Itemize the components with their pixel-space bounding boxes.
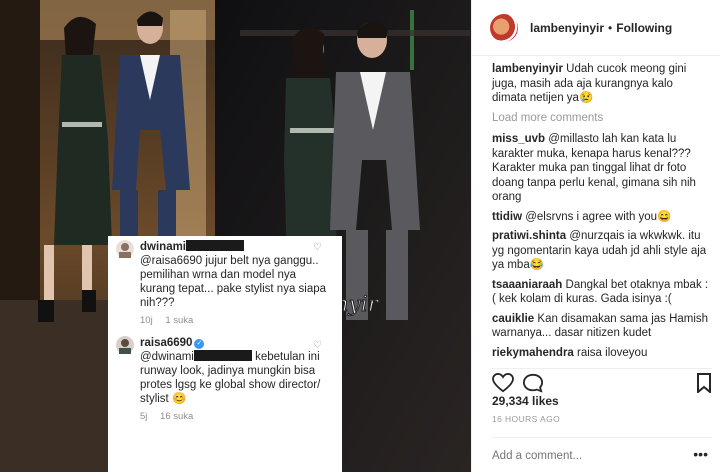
comment-text: raisa iloveyou bbox=[577, 346, 648, 359]
bookmark-icon[interactable] bbox=[696, 373, 712, 399]
avatar bbox=[116, 336, 134, 356]
embedded-comment-screenshot: dwinami @raisa6690 jujur belt nya ganggu… bbox=[108, 236, 342, 472]
comment-mention: @dwinami bbox=[140, 351, 194, 363]
comment-username[interactable]: miss_uvb bbox=[492, 133, 545, 145]
list-item: miss_uvb @millasto lah kan kata lu karak… bbox=[492, 132, 710, 205]
post-side-panel: lambenyinyir • Following lambenyinyir Ud… bbox=[471, 0, 720, 472]
list-item: ttidiw @elsrvns i agree with you😄 bbox=[492, 210, 710, 225]
comments-list: lambenyinyir Udah cucok meong gini juga,… bbox=[472, 56, 720, 360]
following-button[interactable]: Following bbox=[616, 21, 672, 35]
comment-username[interactable]: tsaaaniaraah bbox=[492, 279, 562, 291]
likes-count[interactable]: 29,334 likes bbox=[492, 394, 559, 408]
caption-username[interactable]: lambenyinyir bbox=[492, 63, 563, 75]
comment-username[interactable]: pratiwi.shinta bbox=[492, 230, 566, 242]
redaction-bar bbox=[193, 350, 252, 361]
comment-username[interactable]: ttidiw bbox=[492, 211, 522, 223]
embedded-comment-2: raisa6690 ✓ @dwinami kebetulan ini runway… bbox=[116, 336, 334, 424]
add-comment-input[interactable] bbox=[492, 450, 682, 462]
load-more-comments-button[interactable]: Load more comments bbox=[492, 111, 710, 126]
comment-text: @raisa6690 jujur belt nya ganggu.. pemil… bbox=[140, 255, 327, 309]
more-icon[interactable]: ••• bbox=[693, 446, 708, 462]
comment-username[interactable]: riekymahendra bbox=[492, 347, 574, 359]
heart-icon: ♡ bbox=[313, 242, 322, 253]
header-username[interactable]: lambenyinyir bbox=[530, 21, 604, 35]
list-item: pratiwi.shinta @nurzqais ia wkwkwk. itu … bbox=[492, 229, 710, 273]
heart-icon: ♡ bbox=[313, 340, 322, 351]
list-item: tsaaaniaraah Dangkal bet otaknya mbak :(… bbox=[492, 278, 710, 307]
comment-username[interactable]: cauiklie bbox=[492, 313, 534, 325]
comment-text: @elsrvns i agree with you😄 bbox=[525, 210, 672, 223]
avatar bbox=[116, 240, 134, 260]
post-actions bbox=[492, 368, 712, 395]
list-item: cauiklie Kan disamakan sama jas Hamish w… bbox=[492, 312, 710, 341]
embedded-comment-1: dwinami @raisa6690 jujur belt nya ganggu… bbox=[116, 240, 334, 328]
add-comment-bar: ••• bbox=[492, 437, 712, 467]
header-separator: • bbox=[608, 20, 613, 35]
post-header: lambenyinyir • Following bbox=[472, 0, 720, 56]
comment-time: 10j bbox=[140, 315, 153, 326]
comment-time: 5j bbox=[140, 411, 148, 422]
redaction-bar bbox=[186, 240, 245, 251]
post-timestamp: 16 HOURS AGO bbox=[492, 414, 561, 424]
list-item: riekymahendra raisa iloveyou bbox=[492, 346, 710, 361]
post-photo[interactable]: @lambenyinyir dwinami @raisa6690 jujur b… bbox=[0, 0, 471, 472]
comment-likes: 16 suka bbox=[160, 411, 194, 422]
comment-username: raisa6690 bbox=[140, 337, 193, 349]
caption: lambenyinyir Udah cucok meong gini juga,… bbox=[492, 62, 710, 106]
verified-icon: ✓ bbox=[194, 339, 205, 349]
comment-likes: 1 suka bbox=[165, 315, 194, 326]
avatar[interactable] bbox=[490, 13, 518, 42]
comment-username: dwinami bbox=[140, 241, 187, 253]
